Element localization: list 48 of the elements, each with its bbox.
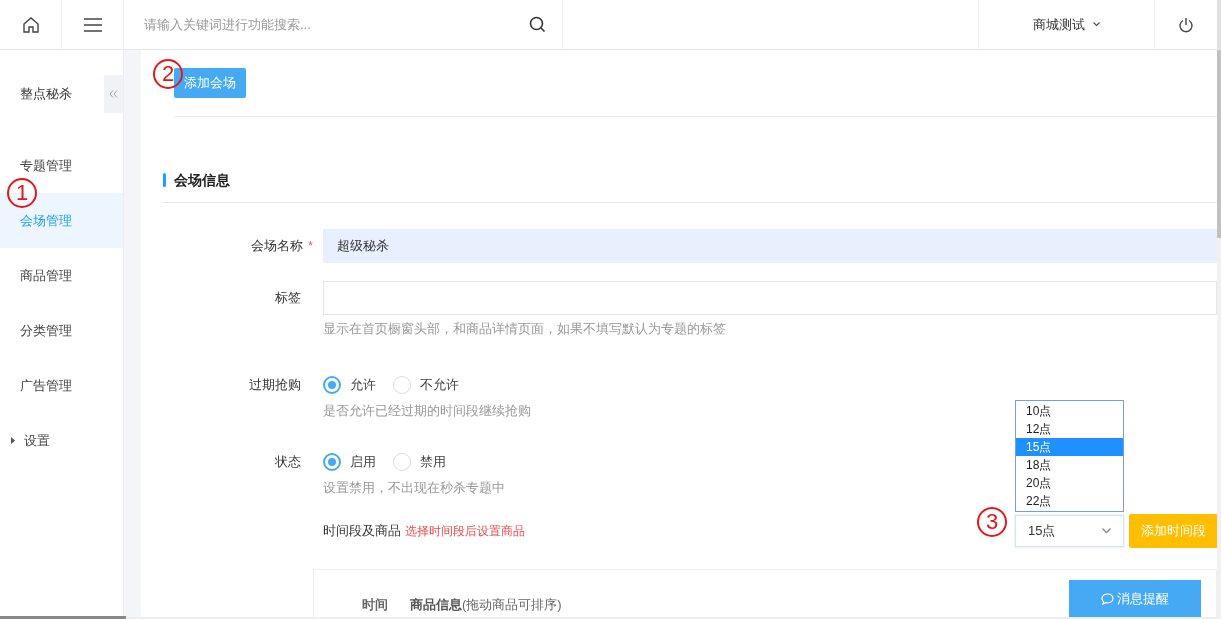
double-chevron-left-icon — [109, 89, 118, 98]
sidebar-title: 整点秘杀 — [20, 84, 72, 103]
required-mark: * — [308, 238, 313, 255]
caret-icon — [1093, 22, 1100, 27]
field-note: 选择时间段后设置商品 — [405, 522, 525, 540]
collapse-button[interactable] — [104, 74, 123, 113]
caret-icon — [11, 437, 15, 444]
home-icon — [21, 15, 40, 34]
field-label: 标签 — [275, 289, 301, 308]
radio-option[interactable]: 不允许 — [393, 374, 459, 395]
radio-option[interactable]: 允许 — [323, 374, 376, 395]
text-input[interactable]: 超级秘杀 — [323, 229, 1217, 263]
text-input[interactable] — [323, 281, 1217, 315]
time-select[interactable]: 15点 — [1015, 514, 1124, 547]
radio-button[interactable] — [323, 453, 341, 471]
field-label: 过期抢购 — [249, 375, 301, 394]
chat-bubble-icon — [1101, 592, 1114, 605]
field-label: 状态 — [275, 453, 301, 472]
chevron-down-icon — [1102, 527, 1111, 534]
sidebar-item[interactable]: 设置 — [0, 413, 123, 468]
field-label: 时间段及商品 — [323, 521, 401, 540]
field-label: 会场名称 — [251, 237, 304, 256]
search-icon — [529, 16, 546, 33]
dropdown-option[interactable]: 22点 — [1016, 491, 1123, 510]
field-hint: 设置禁用，不出现在秒杀专题中 — [323, 479, 505, 497]
radio-option[interactable]: 禁用 — [393, 452, 446, 472]
menu-icon — [83, 17, 102, 32]
dropdown-option[interactable]: 20点 — [1016, 473, 1123, 492]
power-icon — [1178, 16, 1194, 33]
sidebar-item[interactable]: 分类管理 — [0, 303, 123, 358]
store-dropdown[interactable]: 商城测试 — [979, 0, 1155, 49]
annotation-marker: 2 — [153, 59, 183, 89]
dropdown-option[interactable]: 12点 — [1016, 419, 1123, 438]
field-hint: 是否允许已经过期的时间段继续抢购 — [323, 401, 531, 420]
section-accent-bar — [163, 173, 166, 187]
section-title: 会场信息 — [174, 170, 230, 190]
radio-option[interactable]: 启用 — [323, 452, 376, 472]
field-hint: 显示在首页橱窗头部，和商品详情页面，如果不填写默认为专题的标签 — [323, 320, 726, 338]
annotation-marker: 3 — [977, 507, 1007, 537]
sidebar-item[interactable]: 广告管理 — [0, 358, 123, 413]
dropdown-option[interactable]: 10点 — [1016, 401, 1123, 420]
search-field[interactable]: 请输入关键词进行功能搜索... — [144, 14, 529, 35]
column-header: 时间 — [362, 595, 388, 614]
sidebar-item[interactable]: 商品管理 — [0, 248, 123, 303]
column-header: 商品信息(拖动商品可排序) — [410, 595, 562, 614]
annotation-marker: 1 — [7, 178, 37, 208]
radio-button[interactable] — [323, 375, 341, 394]
dropdown-option[interactable]: 18点 — [1016, 455, 1123, 474]
